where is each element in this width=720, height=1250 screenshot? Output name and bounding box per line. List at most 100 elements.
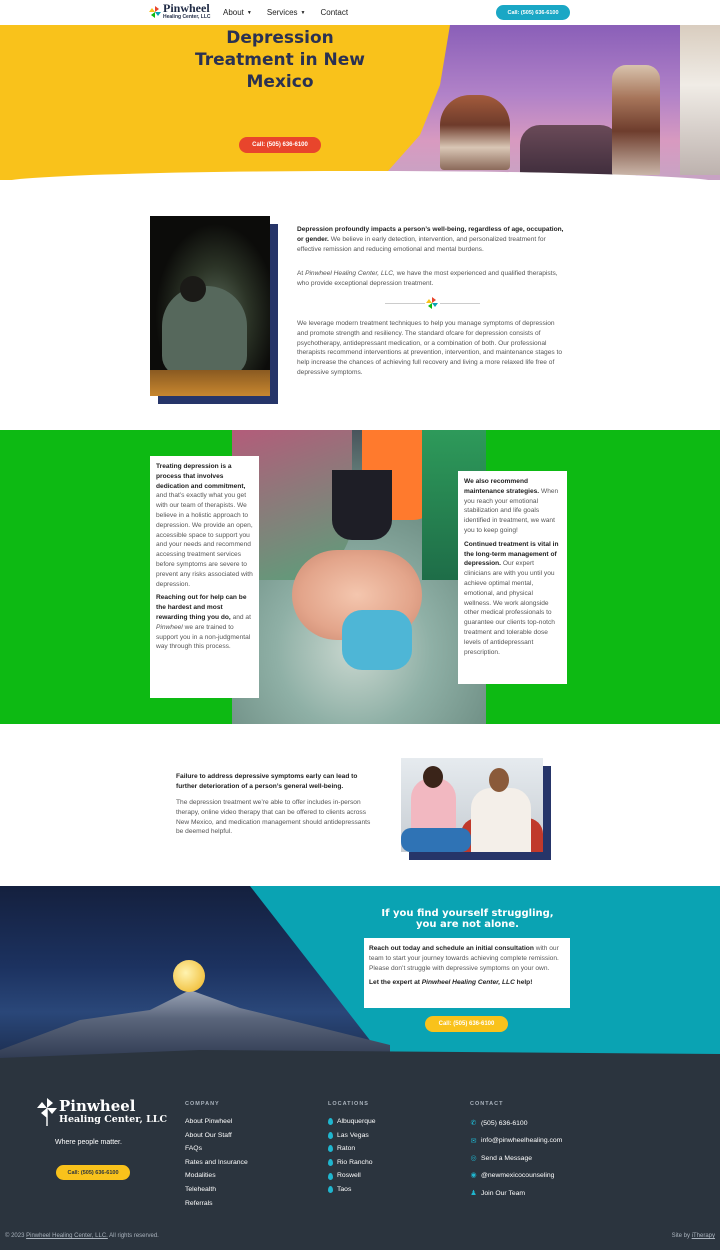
footer-link-referrals[interactable]: Referrals	[185, 1197, 248, 1211]
nav-about[interactable]: About ▼	[223, 8, 252, 17]
footer-link-modalities[interactable]: Modalities	[185, 1169, 248, 1183]
footer-call-button[interactable]: Call: (505) 636-6100	[56, 1165, 130, 1180]
chevron-down-icon: ▼	[246, 9, 252, 16]
photo-sleeve	[332, 470, 392, 540]
footer-link-about-pinwheel[interactable]: About Pinwheel	[185, 1115, 248, 1129]
map-pin-icon	[328, 1145, 333, 1153]
contact-label: @newmexicocounseling	[481, 1172, 555, 1180]
intro-paragraph-3: We leverage modern treatment techniques …	[297, 320, 563, 376]
copyright-link[interactable]: Pinwheel Healing Center, LLC.	[26, 1233, 108, 1239]
contact-label: Send a Message	[481, 1154, 533, 1162]
site-credit-pre: Site by	[671, 1233, 692, 1239]
failure-paragraph: The depression treatment we’re able to o…	[176, 799, 371, 836]
map-pin-icon	[328, 1131, 333, 1139]
moon-icon	[173, 960, 205, 992]
footer-contact-message[interactable]: ◎ Send a Message	[470, 1150, 562, 1167]
right-info-card: We also recommend maintenance strategies…	[458, 471, 567, 684]
footer-contact-column: CONTACT ✆ (505) 636-6100 ✉ info@pinwheelhe…	[470, 1101, 562, 1202]
intro-paragraph-1: Depression profoundly impacts a person’s…	[297, 225, 567, 254]
copyright-text: © 2023 Pinwheel Healing Center, LLC. All…	[5, 1233, 159, 1239]
divider-line	[440, 303, 480, 304]
footer-contact-phone[interactable]: ✆ (505) 636-6100	[470, 1115, 562, 1132]
footer-column-heading: CONTACT	[470, 1101, 504, 1107]
footer-contact-join-team[interactable]: ♟ Join Our Team	[470, 1185, 562, 1202]
failure-heading: Failure to address depressive symptoms e…	[176, 772, 376, 792]
footer-link-telehealth[interactable]: Telehealth	[185, 1183, 248, 1197]
footer-location-las-vegas[interactable]: Las Vegas	[328, 1129, 376, 1143]
card-paragraph: Let the expert at Pinwheel Healing Cente…	[369, 978, 565, 988]
struggling-call-button[interactable]: Call: (505) 636-6100	[425, 1016, 508, 1032]
card-paragraph: We also recommend maintenance strategies…	[464, 477, 561, 536]
footer-location-raton[interactable]: Raton	[328, 1142, 376, 1156]
card-paragraph: Continued treatment is vital in the long…	[464, 540, 561, 658]
logo-title: Pinwheel	[163, 1, 210, 15]
location-label: Albuquerque	[337, 1118, 376, 1125]
photo-figure	[162, 286, 247, 376]
contact-label: (505) 636-6100	[481, 1120, 528, 1127]
footer-logo[interactable]: Pinwheel Healing Center, LLC	[37, 1098, 167, 1126]
footer-contact-instagram[interactable]: ◉ @newmexicocounseling	[470, 1167, 562, 1184]
map-pin-icon	[328, 1159, 333, 1167]
hero-call-button[interactable]: Call: (505) 636-6100	[239, 137, 321, 153]
footer-link-about-staff[interactable]: About Our Staff	[185, 1129, 248, 1143]
location-label: Rio Rancho	[337, 1158, 373, 1166]
card-italic-text: Pinwheel	[156, 623, 183, 631]
card-text: and at	[230, 613, 251, 621]
page-title: Depression Treatment in New Mexico	[195, 28, 365, 92]
footer-location-roswell[interactable]: Roswell	[328, 1169, 376, 1183]
intro-p2-pre: At	[297, 270, 306, 277]
nav-contact-label: Contact	[320, 8, 349, 17]
footer-locations-column: LOCATIONS Albuquerque Las Vegas Raton Ri…	[328, 1101, 376, 1197]
phone-icon: ✆	[470, 1120, 477, 1128]
location-label: Roswell	[337, 1172, 361, 1180]
card-paragraph: Reach out today and schedule an initial …	[369, 944, 565, 973]
card-bold-text: Let the expert at	[369, 979, 422, 987]
footer-link-faqs[interactable]: FAQs	[185, 1142, 248, 1156]
footer-contact-email[interactable]: ✉ info@pinwheelhealing.com	[470, 1132, 563, 1149]
site-logo[interactable]: Pinwheel Healing Center, LLC	[149, 1, 211, 20]
card-text: Our expert clinicians are with you until…	[464, 560, 555, 656]
nav-services[interactable]: Services ▼	[267, 8, 306, 17]
footer-location-taos[interactable]: Taos	[328, 1183, 376, 1197]
photo-person	[471, 788, 531, 852]
struggling-card: Reach out today and schedule an initial …	[364, 938, 570, 1008]
site-credit-link[interactable]: iTherapy	[692, 1233, 715, 1239]
logo-subtitle: Healing Center, LLC	[163, 14, 211, 20]
left-info-card: Treating depression is a process that in…	[150, 456, 259, 698]
card-bold-text: help!	[514, 979, 533, 987]
location-label: Raton	[337, 1145, 356, 1153]
card-paragraph: Treating depression is a process that in…	[156, 462, 253, 589]
contact-label: Join Our Team	[481, 1189, 526, 1197]
pinwheel-icon	[426, 297, 438, 309]
footer-location-albuquerque[interactable]: Albuquerque	[328, 1115, 376, 1129]
map-pin-icon	[328, 1118, 333, 1126]
nav-services-label: Services	[266, 8, 298, 17]
photo-floor	[150, 370, 270, 396]
location-label: Las Vegas	[337, 1131, 369, 1139]
hero-rock	[680, 25, 720, 175]
photo-sleeve	[342, 610, 412, 670]
message-icon: ◎	[470, 1155, 477, 1163]
intro-paragraph-2: At Pinwheel Healing Center, LLC, we have…	[297, 269, 567, 289]
copyright-pre: © 2023	[5, 1233, 27, 1239]
therapy-session-photo	[401, 758, 543, 852]
footer-link-rates[interactable]: Rates and Insurance	[185, 1156, 248, 1170]
stacked-hands-photo	[232, 430, 486, 724]
footer-location-rio-rancho[interactable]: Rio Rancho	[328, 1156, 376, 1170]
nav-contact[interactable]: Contact	[321, 8, 349, 17]
footer-tagline: Where people matter.	[55, 1139, 122, 1146]
struggling-title: If you find yourself struggling, you are…	[381, 908, 554, 930]
footer-company-column: COMPANY About Pinwheel About Our Staff F…	[185, 1101, 248, 1210]
photo-legs	[401, 828, 471, 852]
header-call-button[interactable]: Call: (505) 636-6100	[496, 5, 570, 20]
failure-bold-text: Failure to address depressive symptoms e…	[176, 773, 358, 790]
intro-p1-text: We believe in early detection, intervent…	[297, 235, 546, 253]
card-paragraph: Reaching out for help can be the hardest…	[156, 593, 253, 652]
card-bold-text: Reach out today and schedule an initial …	[369, 945, 534, 952]
hero-rock	[612, 65, 660, 175]
map-pin-icon	[328, 1186, 333, 1194]
main-nav: About ▼ Services ▼ Contact	[223, 8, 348, 17]
instagram-icon: ◉	[470, 1172, 477, 1180]
copyright-post: All rights reserved.	[107, 1233, 159, 1239]
location-label: Taos	[337, 1185, 352, 1193]
